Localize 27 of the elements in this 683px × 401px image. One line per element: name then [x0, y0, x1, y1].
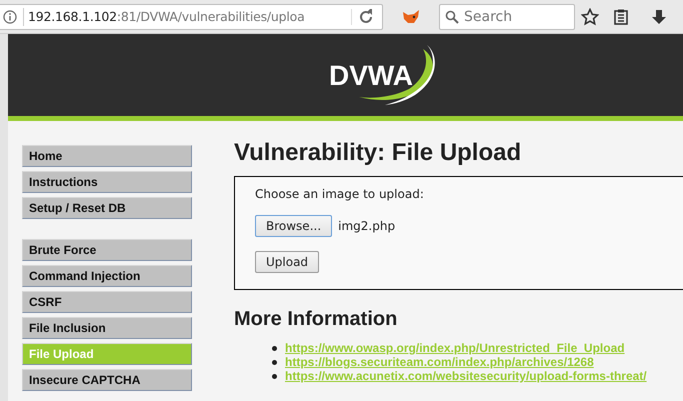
- upload-button[interactable]: Upload: [255, 251, 320, 273]
- menu-item[interactable]: CSRF: [22, 291, 192, 313]
- menu-item[interactable]: Instructions: [22, 171, 192, 193]
- star-icon[interactable]: [581, 8, 599, 26]
- fox-icon[interactable]: [401, 8, 421, 26]
- menu-item[interactable]: File Inclusion: [22, 317, 192, 339]
- bullet-icon: [272, 346, 277, 350]
- browse-button[interactable]: Browse...: [255, 215, 332, 237]
- bullet-icon: [272, 374, 277, 378]
- menu-item[interactable]: Command Injection: [22, 265, 192, 287]
- section-heading: More Information: [234, 308, 398, 331]
- info-icon[interactable]: [3, 10, 17, 24]
- menu-item[interactable]: Insecure CAPTCHA: [22, 369, 192, 391]
- address-bar[interactable]: 192.168.1.102:81/DVWA/vulnerabilities/uploa: [0, 4, 383, 30]
- url-text: 192.168.1.102:81/DVWA/vulnerabilities/uploa: [23, 8, 343, 26]
- page-title: Vulnerability: File Upload: [234, 139, 522, 167]
- file-name: img2.php: [338, 219, 396, 233]
- search-field[interactable]: Search: [439, 4, 575, 30]
- menu-item[interactable]: Setup / Reset DB: [22, 197, 192, 219]
- menu-item[interactable]: Brute Force: [22, 239, 192, 261]
- bullet-icon: [272, 360, 277, 364]
- menu-item[interactable]: Home: [22, 145, 192, 167]
- reload-icon[interactable]: [351, 8, 374, 24]
- clipboard-icon[interactable]: [613, 8, 629, 24]
- download-icon[interactable]: [651, 8, 667, 24]
- search-icon: [445, 10, 459, 24]
- upload-prompt: Choose an image to upload:: [255, 187, 425, 201]
